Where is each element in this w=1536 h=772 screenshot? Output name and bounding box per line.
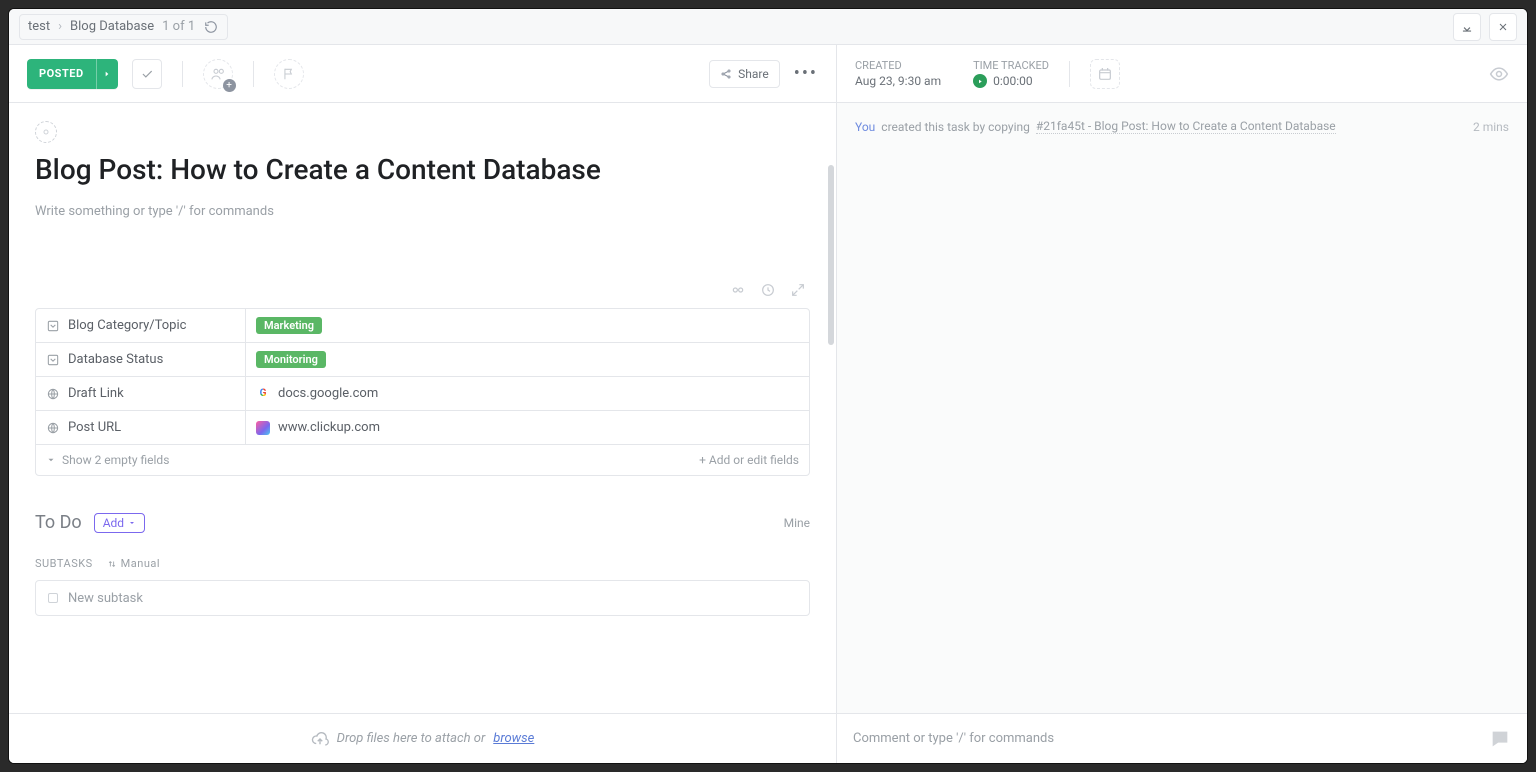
timer-play-button[interactable] (973, 74, 987, 88)
comment-input[interactable]: Comment or type '/' for commands (853, 731, 1479, 746)
time-tracked-label: TIME TRACKED (973, 59, 1049, 72)
attach-browse-link[interactable]: browse (493, 731, 534, 746)
chevron-down-icon (46, 455, 56, 465)
more-menu-button[interactable]: ••• (794, 63, 818, 84)
field-label: Post URL (68, 420, 121, 435)
breadcrumb-bar: test › Blog Database 1 of 1 (9, 9, 1527, 45)
activity-text: created this task by copying (881, 120, 1030, 134)
activity-panel: CREATED Aug 23, 9:30 am TIME TRACKED 0:0… (837, 45, 1527, 763)
activity-entry: You created this task by copying #21fa45… (855, 119, 1509, 134)
field-value[interactable]: Marketing (256, 317, 322, 334)
subtasks-sort-button[interactable]: Manual (107, 557, 160, 570)
subtask-status-icon (48, 593, 58, 603)
field-value[interactable]: Monitoring (256, 351, 326, 368)
modal-body: POSTED + (9, 45, 1527, 763)
attachments-icon[interactable] (730, 282, 746, 298)
todo-heading: To Do (35, 512, 82, 533)
divider (1069, 61, 1070, 87)
new-subtask-input[interactable]: New subtask (35, 580, 810, 616)
task-title[interactable]: Blog Post: How to Create a Content Datab… (35, 153, 810, 186)
divider (182, 61, 183, 87)
attach-text: Drop files here to attach or (337, 731, 486, 746)
attachments-dropzone[interactable]: Drop files here to attach or browse (9, 713, 836, 763)
minimize-button[interactable] (1453, 13, 1481, 41)
todo-add-label: Add (103, 516, 124, 530)
todo-section: To Do Add Mine (35, 512, 810, 533)
share-button[interactable]: Share (709, 60, 780, 88)
show-empty-fields[interactable]: Show 2 empty fields (62, 453, 169, 467)
todo-add-button[interactable]: Add (94, 513, 145, 533)
subtasks-sort-label: Manual (121, 557, 160, 570)
new-subtask-placeholder: New subtask (68, 591, 143, 606)
field-row-database-status[interactable]: Database Status Monitoring (36, 343, 809, 377)
cloud-upload-icon (311, 730, 329, 748)
status-label[interactable]: POSTED (27, 59, 96, 89)
comment-send-icon[interactable] (1489, 728, 1511, 750)
task-modal: test › Blog Database 1 of 1 POSTED (8, 8, 1528, 764)
breadcrumb[interactable]: test › Blog Database 1 of 1 (19, 14, 228, 40)
comment-bar: Comment or type '/' for commands (837, 713, 1527, 763)
field-row-post-url[interactable]: Post URL www.clickup.com (36, 411, 809, 445)
clickup-favicon-icon (256, 421, 270, 435)
divider (253, 61, 254, 87)
activity-reference-link[interactable]: #21fa45t - Blog Post: How to Create a Co… (1036, 119, 1336, 134)
created-label: CREATED (855, 59, 941, 72)
chevron-down-icon (128, 519, 136, 527)
time-tracked-value: 0:00:00 (993, 74, 1033, 88)
status-next-button[interactable] (96, 59, 118, 89)
breadcrumb-root[interactable]: test (28, 19, 50, 34)
due-date-button[interactable] (1090, 59, 1120, 89)
watch-button[interactable] (1489, 64, 1509, 84)
assignee-add-button[interactable]: + (203, 59, 233, 89)
field-label: Draft Link (68, 386, 124, 401)
created-meta: CREATED Aug 23, 9:30 am (855, 59, 941, 88)
time-tracked-meta: TIME TRACKED 0:00:00 (973, 59, 1049, 88)
field-value[interactable]: docs.google.com (278, 386, 378, 401)
task-panel: POSTED + (9, 45, 837, 763)
task-status-icon[interactable] (35, 121, 57, 143)
expand-icon[interactable] (790, 282, 806, 298)
description-placeholder: Write something or type '/' for commands (35, 204, 274, 219)
share-label: Share (738, 67, 769, 81)
google-favicon-icon: G (256, 387, 270, 401)
mark-complete-button[interactable] (132, 59, 162, 89)
field-row-blog-category[interactable]: Blog Category/Topic Marketing (36, 309, 809, 343)
field-value[interactable]: www.clickup.com (278, 420, 380, 435)
task-header: POSTED + (9, 45, 836, 103)
activity-actor[interactable]: You (855, 120, 875, 134)
fields-footer: Show 2 empty fields + Add or edit fields (36, 445, 809, 475)
field-row-draft-link[interactable]: Draft Link G docs.google.com (36, 377, 809, 411)
subtasks-header: SUBTASKS Manual (35, 557, 810, 570)
history-icon[interactable] (760, 282, 776, 298)
todo-mine-filter[interactable]: Mine (784, 516, 810, 530)
plus-icon: + (223, 79, 236, 92)
chevron-right-icon: › (58, 19, 62, 34)
status-button[interactable]: POSTED (27, 59, 118, 89)
breadcrumb-current[interactable]: Blog Database (70, 19, 154, 34)
activity-feed: You created this task by copying #21fa45… (837, 103, 1527, 713)
close-button[interactable] (1489, 13, 1517, 41)
task-content: Blog Post: How to Create a Content Datab… (9, 103, 836, 713)
refresh-icon[interactable] (203, 19, 219, 35)
created-value: Aug 23, 9:30 am (855, 74, 941, 88)
task-description[interactable]: Write something or type '/' for commands (35, 204, 810, 276)
field-label: Database Status (68, 352, 163, 367)
custom-fields: Blog Category/Topic Marketing Database S… (35, 308, 810, 476)
scrollbar[interactable] (828, 165, 834, 703)
activity-time: 2 mins (1473, 120, 1509, 134)
subtasks-heading: SUBTASKS (35, 557, 93, 570)
priority-button[interactable] (274, 59, 304, 89)
activity-header: CREATED Aug 23, 9:30 am TIME TRACKED 0:0… (837, 45, 1527, 103)
field-label: Blog Category/Topic (68, 318, 186, 333)
add-edit-fields[interactable]: + Add or edit fields (699, 453, 799, 467)
breadcrumb-counter: 1 of 1 (162, 19, 195, 34)
